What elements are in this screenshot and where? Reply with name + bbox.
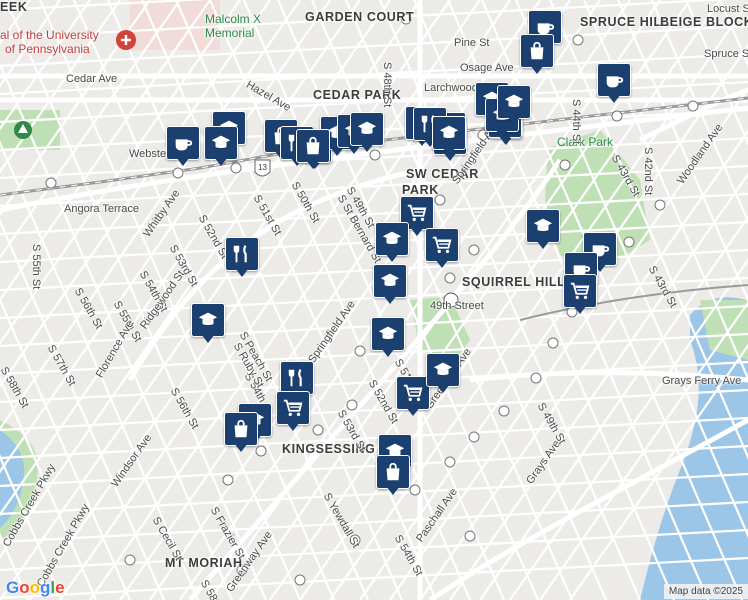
cart-icon — [563, 274, 597, 308]
area-label-hospital-2: of Pennsylvania — [5, 42, 90, 56]
google-logo-letter: o — [19, 578, 30, 597]
coffee-icon — [597, 63, 631, 97]
map-attribution[interactable]: Map data ©2025 — [663, 584, 748, 599]
coffee-icon — [166, 126, 200, 160]
cart-icon — [396, 376, 430, 410]
cart-marker[interactable] — [276, 391, 310, 435]
route-shield-13: 13 — [258, 163, 267, 172]
google-logo: Google — [6, 578, 65, 598]
marker-pointer — [201, 334, 215, 343]
marker-pointer — [530, 65, 544, 74]
shopping-icon — [296, 129, 330, 163]
shopping-icon — [224, 412, 258, 446]
school-marker[interactable] — [350, 112, 384, 156]
school-icon — [371, 317, 405, 351]
area-label-garden-court: GARDEN COURT — [305, 10, 415, 24]
restaurant-icon — [225, 237, 259, 271]
shopping-marker[interactable] — [296, 129, 330, 173]
marker-pointer — [386, 486, 400, 495]
cart-marker[interactable] — [563, 274, 597, 318]
area-label-hospital-1: al of the University — [0, 28, 99, 42]
google-logo-letter: g — [40, 578, 51, 597]
school-marker[interactable] — [497, 85, 531, 129]
area-label-eek: EEK — [0, 0, 28, 14]
school-icon — [373, 264, 407, 298]
area-label-spruce-hill: SPRUCE HILL — [580, 15, 670, 29]
area-label-clark-park: Clark Park — [557, 135, 614, 149]
marker-pointer — [495, 129, 509, 138]
marker-pointer — [176, 157, 190, 166]
area-label-squirrel-hill: SQUIRREL HILL — [462, 275, 566, 289]
shopping-icon — [520, 34, 554, 68]
marker-pointer — [436, 384, 450, 393]
area-label-sw-cedar: SW CEDAR — [406, 167, 479, 181]
school-marker[interactable] — [432, 116, 466, 160]
marker-pointer — [360, 143, 374, 152]
area-label-park: PARK — [402, 183, 439, 197]
google-logo-letter: o — [29, 578, 41, 597]
school-icon — [350, 112, 384, 146]
shopping-marker[interactable] — [520, 34, 554, 78]
marker-pointer — [607, 94, 621, 103]
cart-marker[interactable] — [396, 376, 430, 420]
area-label-beige-block: BEIGE BLOCK — [660, 15, 748, 29]
marker-pointer — [214, 157, 228, 166]
marker-pointer — [536, 240, 550, 249]
school-icon — [204, 126, 238, 160]
school-marker[interactable] — [375, 222, 409, 266]
marker-pointer — [286, 422, 300, 431]
google-logo-letter: G — [6, 578, 20, 597]
area-label-memorial: Memorial — [205, 26, 255, 40]
google-logo-letter: e — [55, 578, 65, 597]
school-marker[interactable] — [426, 353, 460, 397]
school-icon — [426, 353, 460, 387]
marker-pointer — [507, 116, 521, 125]
restaurant-icon — [280, 361, 314, 395]
marker-pointer — [442, 147, 456, 156]
school-marker[interactable] — [204, 126, 238, 170]
map-canvas[interactable]: 13 GARDEN COURT SPRUCE HILL BEIGE BLOCK … — [0, 0, 748, 600]
marker-pointer — [235, 268, 249, 277]
shopping-marker[interactable] — [376, 455, 410, 499]
area-label-malcolm-x: Malcolm X — [205, 12, 262, 26]
marker-pointer — [410, 227, 424, 236]
shopping-icon — [376, 455, 410, 489]
school-marker[interactable] — [371, 317, 405, 361]
school-icon — [432, 116, 466, 150]
school-marker[interactable] — [526, 209, 560, 253]
cart-icon — [425, 228, 459, 262]
marker-pointer — [383, 295, 397, 304]
marker-pointer — [234, 443, 248, 452]
school-icon — [526, 209, 560, 243]
restaurant-marker[interactable] — [225, 237, 259, 281]
area-label-kingsessing: KINGSESSING — [282, 442, 376, 456]
coffee-marker[interactable] — [166, 126, 200, 170]
school-icon — [497, 85, 531, 119]
marker-pointer — [573, 305, 587, 314]
marker-pointer — [306, 160, 320, 169]
area-label-cedar-park: CEDAR PARK — [313, 88, 402, 102]
school-marker[interactable] — [191, 303, 225, 347]
marker-pointer — [406, 407, 420, 416]
cart-icon — [276, 391, 310, 425]
cart-marker[interactable] — [425, 228, 459, 272]
marker-pointer — [381, 348, 395, 357]
marker-pointer — [385, 253, 399, 262]
school-marker[interactable] — [373, 264, 407, 308]
shopping-marker[interactable] — [224, 412, 258, 456]
school-icon — [375, 222, 409, 256]
marker-pointer — [435, 259, 449, 268]
school-icon — [191, 303, 225, 337]
coffee-marker[interactable] — [597, 63, 631, 107]
area-label-mt-moriah: MT MORIAH — [165, 556, 243, 570]
